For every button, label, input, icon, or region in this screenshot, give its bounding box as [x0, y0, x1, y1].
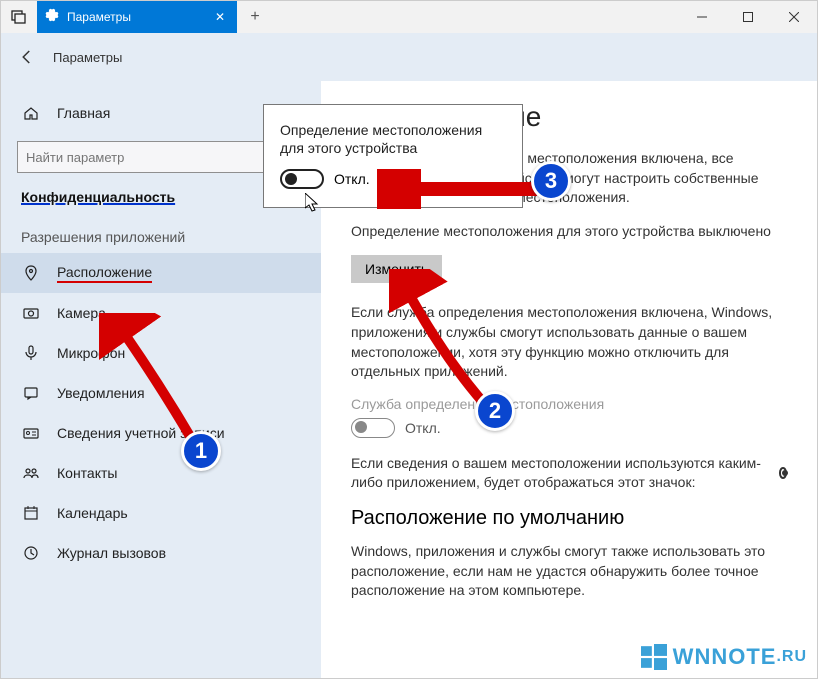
location-popup: Определение местоположения для этого уст… [263, 104, 523, 208]
cursor-icon [305, 193, 321, 218]
default-location-heading: Расположение по умолчанию [351, 507, 787, 530]
annotation-badge-2: 2 [475, 391, 515, 431]
popup-toggle-row: Откл. [280, 169, 506, 189]
sidebar-item-label: Календарь [57, 505, 128, 521]
popup-toggle[interactable] [280, 169, 324, 189]
sidebar-item-label: Уведомления [57, 385, 145, 401]
close-icon[interactable]: ✕ [211, 10, 229, 24]
sidebar-item-label: Журнал вызовов [57, 545, 166, 561]
sidebar-item-microphone[interactable]: Микрофон [1, 333, 321, 373]
titlebar: Параметры ✕ + [1, 1, 817, 33]
default-location-text: Windows, приложения и службы смогут такж… [351, 542, 787, 601]
home-icon [21, 105, 41, 121]
tab-settings[interactable]: Параметры ✕ [37, 1, 237, 33]
description-text: Если служба определения местоположения в… [351, 303, 787, 381]
popup-toggle-label: Откл. [334, 171, 370, 187]
location-indicator-icon [779, 467, 787, 479]
sidebar-item-label: Камера [57, 305, 106, 321]
sidebar-item-label: Контакты [57, 465, 117, 481]
sidebar-item-label: Расположение [57, 264, 152, 283]
sidebar-item-notifications[interactable]: Уведомления [1, 373, 321, 413]
sidebar-item-account-info[interactable]: Сведения учетной записи [1, 413, 321, 453]
taskview-icon[interactable] [1, 1, 37, 33]
permissions-section-label: Разрешения приложений [1, 217, 321, 253]
sidebar-home-label: Главная [57, 105, 110, 121]
sidebar-item-label: Микрофон [57, 345, 125, 361]
notifications-icon [21, 385, 41, 401]
location-status: Определение местоположения для этого уст… [351, 222, 787, 242]
sidebar-item-contacts[interactable]: Контакты [1, 453, 321, 493]
sidebar-item-location[interactable]: Расположение [1, 253, 321, 293]
call-history-icon [21, 545, 41, 561]
header: Параметры [1, 33, 817, 81]
calendar-icon [21, 505, 41, 521]
back-button[interactable] [9, 39, 45, 75]
window-controls [679, 1, 817, 33]
close-button[interactable] [771, 1, 817, 33]
header-title: Параметры [53, 50, 122, 65]
service-toggle-row: Откл. [351, 418, 787, 438]
tab-title: Параметры [67, 10, 211, 24]
popup-title: Определение местоположения для этого уст… [280, 121, 506, 157]
account-info-icon [21, 425, 41, 441]
location-indicator-info: Если сведения о вашем местоположении исп… [351, 454, 787, 493]
contacts-icon [21, 465, 41, 481]
sidebar-item-camera[interactable]: Камера [1, 293, 321, 333]
maximize-button[interactable] [725, 1, 771, 33]
microphone-icon [21, 345, 41, 361]
camera-icon [21, 305, 41, 321]
watermark: WNNOTE.RU [641, 644, 807, 670]
sidebar-item-calendar[interactable]: Календарь [1, 493, 321, 533]
service-label: Служба определения местоположения [351, 396, 787, 412]
change-button[interactable]: Изменить [351, 255, 442, 283]
new-tab-button[interactable]: + [237, 8, 273, 26]
minimize-button[interactable] [679, 1, 725, 33]
service-toggle [351, 418, 395, 438]
location-icon [21, 265, 41, 281]
sidebar-item-call-history[interactable]: Журнал вызовов [1, 533, 321, 573]
search-input[interactable] [26, 150, 282, 165]
annotation-badge-3: 3 [531, 161, 571, 201]
annotation-badge-1: 1 [181, 431, 221, 471]
windows-logo-icon [641, 644, 667, 670]
search-input-box[interactable] [17, 141, 305, 173]
service-toggle-label: Откл. [405, 420, 441, 436]
gear-icon [45, 8, 59, 27]
